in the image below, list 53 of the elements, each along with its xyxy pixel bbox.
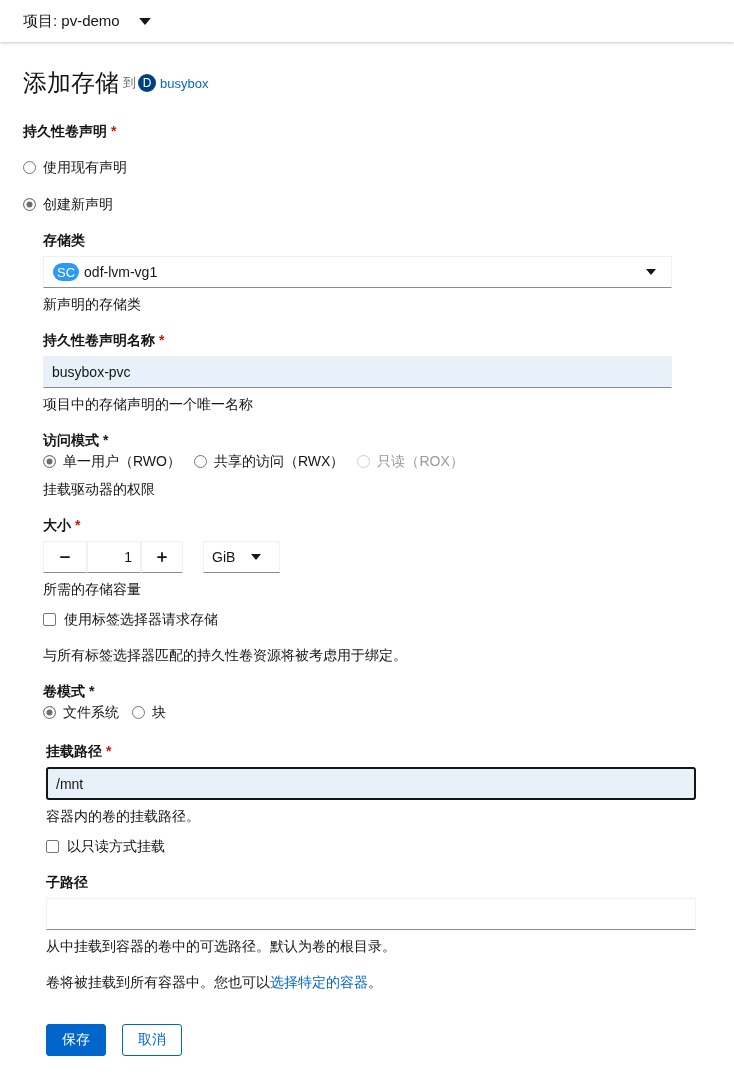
- info-note: 卷将被挂载到所有容器中。您也可以选择特定的容器。: [46, 973, 382, 992]
- deployment-badge: D: [138, 74, 156, 92]
- radio-button[interactable]: [43, 454, 56, 468]
- storage-class-badge: SC: [53, 263, 80, 281]
- resource-link[interactable]: busybox: [160, 75, 209, 91]
- radio-button[interactable]: [23, 160, 36, 174]
- helper-text: 所需的存储容量: [43, 580, 141, 599]
- radio-option[interactable]: 块: [132, 702, 166, 722]
- helper-text: 从中挂载到容器的卷中的可选路径。默认为卷的根目录。: [46, 937, 396, 956]
- radio-button[interactable]: [193, 454, 207, 468]
- cancel-button[interactable]: 取消: [122, 1024, 182, 1056]
- radio-button[interactable]: [43, 705, 56, 719]
- project-dropdown[interactable]: 项目: pv-demo: [23, 11, 151, 31]
- page-title: 添加存储: [23, 68, 119, 98]
- radio-option[interactable]: 文件系统: [43, 702, 119, 722]
- text-input[interactable]: [46, 898, 696, 930]
- field-label: 访问模式 *: [43, 431, 109, 450]
- radio-option[interactable]: 共享的访问（RWX）: [193, 451, 345, 471]
- helper-text: 容器内的卷的挂载路径。: [46, 807, 200, 826]
- field-label: 持久性卷声明 *: [23, 122, 117, 141]
- checkbox[interactable]: [46, 839, 59, 853]
- helper-text: 新声明的存储类: [43, 295, 141, 314]
- checkbox-option[interactable]: 使用标签选择器请求存储: [43, 609, 218, 629]
- size-input[interactable]: 1: [87, 541, 141, 573]
- caret-icon: [251, 554, 262, 560]
- field-label: 卷模式 *: [43, 682, 95, 701]
- info-note: 与所有标签选择器匹配的持久性卷资源将被考虑用于绑定。: [43, 646, 407, 665]
- storage-class-select[interactable]: SC odf-lvm-vg1: [43, 256, 672, 288]
- radio-button[interactable]: [132, 705, 145, 719]
- text-input[interactable]: busybox-pvc: [43, 356, 672, 388]
- field-label: 存储类: [43, 231, 85, 250]
- field-label: 挂载路径 *: [46, 742, 112, 761]
- select-containers-link[interactable]: 选择特定的容器: [270, 974, 368, 990]
- text-input[interactable]: /mnt: [46, 767, 696, 800]
- increment-button[interactable]: [141, 541, 183, 573]
- unit-select[interactable]: GiB: [203, 541, 280, 573]
- caret-icon: [138, 17, 151, 25]
- title-connector: 到: [123, 74, 136, 92]
- field-label: 持久性卷声明名称 *: [43, 331, 165, 350]
- checkbox-option[interactable]: 以只读方式挂载: [46, 836, 165, 856]
- radio-button[interactable]: [23, 197, 36, 211]
- plus-icon: [155, 550, 169, 564]
- checkbox[interactable]: [43, 612, 56, 626]
- field-label: 子路径: [46, 873, 88, 892]
- radio-option[interactable]: 创建新声明: [23, 194, 113, 214]
- field-label: 大小 *: [43, 516, 81, 535]
- decrement-button[interactable]: [43, 541, 87, 573]
- radio-option[interactable]: 单一用户（RWO）: [43, 451, 181, 471]
- radio-option[interactable]: 使用现有声明: [23, 157, 127, 177]
- caret-icon: [646, 269, 656, 275]
- helper-text: 挂载驱动器的权限: [43, 480, 155, 499]
- helper-text: 项目中的存储声明的一个唯一名称: [43, 395, 253, 414]
- save-button[interactable]: 保存: [46, 1024, 106, 1056]
